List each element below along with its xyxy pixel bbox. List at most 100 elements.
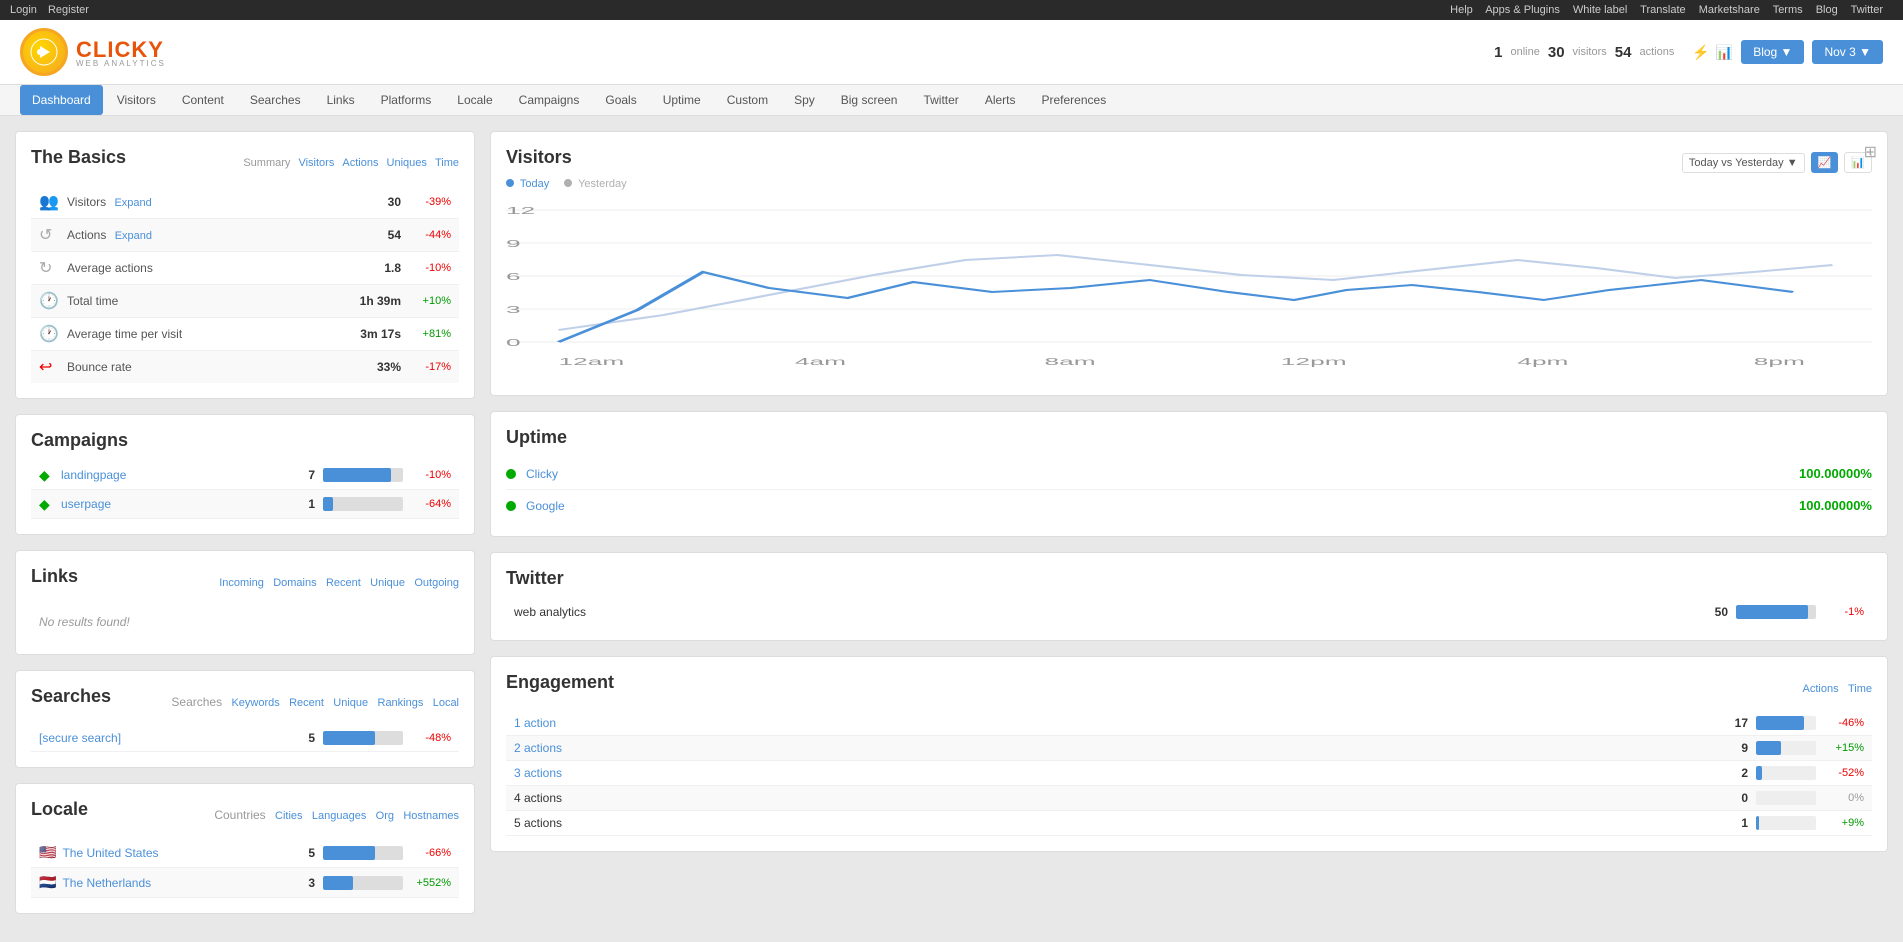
- locale-cities-link[interactable]: Cities: [275, 810, 303, 822]
- engagement-time-link[interactable]: Time: [1848, 683, 1872, 695]
- links-unique-link[interactable]: Unique: [370, 577, 405, 589]
- searches-unique-link[interactable]: Unique: [333, 697, 368, 709]
- tab-custom[interactable]: Custom: [715, 85, 780, 115]
- summary-actions-link[interactable]: Actions: [342, 157, 378, 169]
- tab-twitter[interactable]: Twitter: [911, 85, 970, 115]
- tab-dashboard[interactable]: Dashboard: [20, 85, 103, 115]
- campaign-row-landing: ◆ landingpage 7 -10%: [31, 461, 459, 490]
- nav-tabs: Dashboard Visitors Content Searches Link…: [0, 85, 1903, 116]
- basics-title: The Basics: [31, 147, 126, 168]
- tab-visitors[interactable]: Visitors: [105, 85, 168, 115]
- eng-1-link[interactable]: 1 action: [514, 716, 556, 730]
- chart-icon[interactable]: 📊: [1716, 44, 1733, 61]
- visitors-value: 30: [341, 195, 401, 209]
- tab-spy[interactable]: Spy: [782, 85, 827, 115]
- locale-us-link[interactable]: The United States: [62, 846, 158, 860]
- eng-3-bar: [1756, 766, 1816, 780]
- apps-plugins-link[interactable]: Apps & Plugins: [1485, 4, 1560, 16]
- engagement-actions-link[interactable]: Actions: [1803, 683, 1839, 695]
- tab-uptime[interactable]: Uptime: [651, 85, 713, 115]
- links-outgoing-link[interactable]: Outgoing: [414, 577, 459, 589]
- campaign-landing-icon: ◆: [39, 467, 55, 483]
- uptime-google-link[interactable]: Google: [526, 499, 565, 513]
- tab-platforms[interactable]: Platforms: [369, 85, 444, 115]
- register-link[interactable]: Register: [48, 4, 89, 16]
- tab-alerts[interactable]: Alerts: [973, 85, 1028, 115]
- campaign-landing-bar: [323, 468, 403, 482]
- searches-recent-link[interactable]: Recent: [289, 697, 324, 709]
- tab-preferences[interactable]: Preferences: [1030, 85, 1119, 115]
- summary-time-link[interactable]: Time: [435, 157, 459, 169]
- tab-content[interactable]: Content: [170, 85, 236, 115]
- campaign-user-label: userpage: [61, 497, 285, 511]
- campaign-row-user: ◆ userpage 1 -64%: [31, 490, 459, 519]
- eng-3-link[interactable]: 3 actions: [514, 766, 562, 780]
- links-recent-link[interactable]: Recent: [326, 577, 361, 589]
- searches-local-link[interactable]: Local: [433, 697, 459, 709]
- uptime-clicky-link[interactable]: Clicky: [526, 467, 558, 481]
- locale-nl-link[interactable]: The Netherlands: [62, 876, 151, 890]
- help-link[interactable]: Help: [1450, 4, 1473, 16]
- tab-bigscreen[interactable]: Big screen: [829, 85, 910, 115]
- links-incoming-link[interactable]: Incoming: [219, 577, 264, 589]
- campaign-landing-link[interactable]: landingpage: [61, 468, 126, 482]
- tab-campaigns[interactable]: Campaigns: [507, 85, 592, 115]
- eng-2-link[interactable]: 2 actions: [514, 741, 562, 755]
- eng-3-count: 2: [1718, 766, 1748, 780]
- campaign-landing-count: 7: [285, 468, 315, 482]
- avg-actions-change: -10%: [401, 262, 451, 274]
- locale-row-us: 🇺🇸 The United States 5 -66%: [31, 838, 459, 868]
- uptime-clicky-pct: 100.00000%: [1799, 466, 1872, 481]
- twitter-webanalytics-link[interactable]: web analytics: [514, 605, 586, 619]
- eng-1-label: 1 action: [514, 716, 1718, 730]
- svg-text:6: 6: [506, 271, 521, 282]
- locale-hostnames-link[interactable]: Hostnames: [403, 810, 459, 822]
- actions-change: -44%: [401, 229, 451, 241]
- campaign-user-link[interactable]: userpage: [61, 497, 111, 511]
- tab-locale[interactable]: Locale: [445, 85, 504, 115]
- bounce-change: -17%: [401, 361, 451, 373]
- tab-links[interactable]: Links: [315, 85, 367, 115]
- searches-card: Searches Searches Keywords Recent Unique…: [15, 670, 475, 768]
- blog-topbar-link[interactable]: Blog: [1816, 4, 1838, 16]
- searches-keywords-link[interactable]: Keywords: [231, 697, 279, 709]
- campaign-user-bar-fill: [323, 497, 333, 511]
- blog-dropdown-button[interactable]: Blog ▼: [1741, 40, 1804, 64]
- header-icons: ⚡ 📊: [1692, 44, 1733, 61]
- logo-sub: WEB ANALYTICS: [76, 59, 166, 68]
- twitter-topbar-link[interactable]: Twitter: [1851, 4, 1883, 16]
- locale-org-link[interactable]: Org: [376, 810, 394, 822]
- online-count: 1: [1494, 44, 1502, 61]
- date-dropdown-button[interactable]: Nov 3 ▼: [1812, 40, 1883, 64]
- tab-goals[interactable]: Goals: [593, 85, 648, 115]
- links-domains-link[interactable]: Domains: [273, 577, 316, 589]
- translate-link[interactable]: Translate: [1640, 4, 1685, 16]
- chart-svg-area: 12 9 6 3 0 12am 4am 8am 12pm 4pm 8pm: [506, 200, 1872, 380]
- visitors-expand-icon[interactable]: ⊞: [1864, 142, 1877, 162]
- logo-area: CLICKY WEB ANALYTICS: [20, 28, 166, 76]
- svg-text:0: 0: [506, 337, 521, 348]
- us-flag: 🇺🇸: [39, 844, 56, 861]
- chart-line-btn[interactable]: 📈: [1811, 152, 1839, 173]
- campaign-user-bar: [323, 497, 403, 511]
- summary-visitors-link[interactable]: Visitors: [298, 157, 334, 169]
- search-secure-link[interactable]: [secure search]: [39, 731, 121, 745]
- realtime-icon[interactable]: ⚡: [1692, 44, 1709, 61]
- summary-uniques-link[interactable]: Uniques: [387, 157, 427, 169]
- basics-row-avg-actions: ↻ Average actions 1.8 -10%: [31, 252, 459, 285]
- visitors-expand-link[interactable]: Expand: [114, 197, 151, 209]
- tab-searches[interactable]: Searches: [238, 85, 313, 115]
- locale-languages-link[interactable]: Languages: [312, 810, 366, 822]
- links-header-links: Incoming Domains Recent Unique Outgoing: [213, 575, 459, 589]
- white-label-link[interactable]: White label: [1573, 4, 1627, 16]
- basics-row-total-time: 🕐 Total time 1h 39m +10%: [31, 285, 459, 318]
- avg-actions-icon: ↻: [39, 258, 59, 278]
- login-link[interactable]: Login: [10, 4, 37, 16]
- terms-link[interactable]: Terms: [1773, 4, 1803, 16]
- actions-expand-link[interactable]: Expand: [115, 230, 152, 242]
- marketshare-link[interactable]: Marketshare: [1699, 4, 1760, 16]
- searches-rankings-link[interactable]: Rankings: [378, 697, 424, 709]
- uptime-google-label: Google: [526, 499, 1799, 513]
- chart-dropdown-btn[interactable]: Today vs Yesterday ▼: [1682, 153, 1805, 173]
- eng-2-bar-fill: [1756, 741, 1781, 755]
